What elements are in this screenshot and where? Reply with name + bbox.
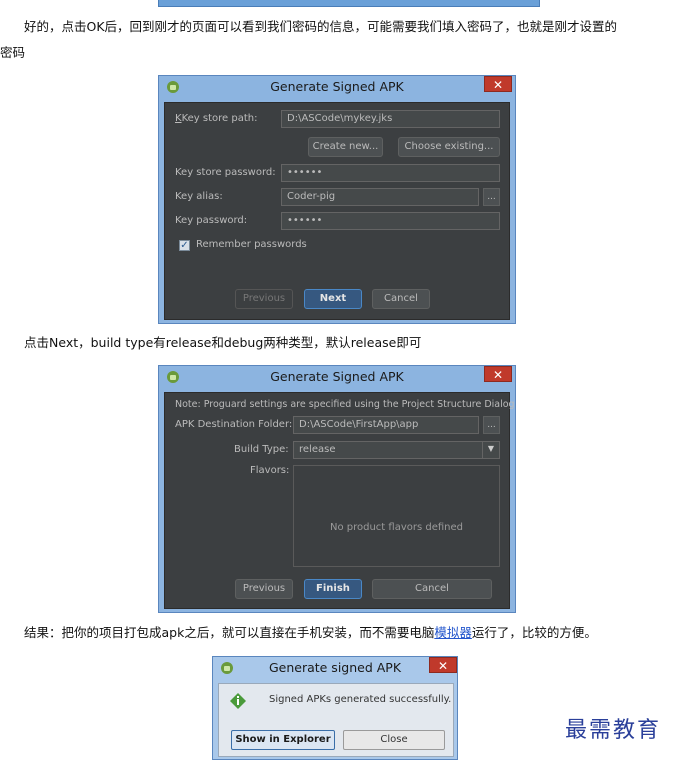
build-type-select[interactable]: release ▼ <box>293 441 500 459</box>
paragraph-result: 结果：把你的项目打包成apk之后，就可以直接在手机安装，而不需要电脑模拟器运行了… <box>24 620 597 646</box>
destination-browse-button[interactable]: ... <box>483 416 500 434</box>
paragraph-intro-line1: 好的，点击OK后，回到刚才的页面可以看到我们密码的信息，可能需要我们填入密码了，… <box>24 19 618 34</box>
close-button[interactable]: Close <box>343 730 445 750</box>
remember-passwords-label: Remember passwords <box>196 239 307 250</box>
title-bar: Generate Signed APK ✕ <box>159 76 515 98</box>
keystore-path-label: KKey store path: <box>175 113 258 124</box>
build-type-label: Build Type: <box>234 444 289 455</box>
keystore-password-input[interactable]: •••••• <box>281 164 500 182</box>
flavors-label: Flavors: <box>250 465 290 476</box>
build-type-value: release <box>299 444 336 455</box>
key-alias-label: Key alias: <box>175 191 223 202</box>
show-in-explorer-button[interactable]: Show in Explorer <box>231 730 335 750</box>
generate-signed-apk-success-dialog: Generate signed APK ✕ Signed APKs genera… <box>212 656 458 760</box>
generate-signed-apk-dialog-1: Generate Signed APK ✕ KKey store path: D… <box>158 75 516 324</box>
paragraph-intro-line2: 密码 <box>0 45 26 60</box>
title-bar: Generate Signed APK ✕ <box>159 366 515 388</box>
success-message: Signed APKs generated successfully. <box>269 694 452 705</box>
previous-button[interactable]: Previous <box>235 579 293 599</box>
finish-button[interactable]: Finish <box>304 579 362 599</box>
generate-signed-apk-dialog-2: Generate Signed APK ✕ Note: Proguard set… <box>158 365 516 613</box>
result-text-after: 运行了，比较的方便。 <box>471 625 597 640</box>
flavors-empty-text: No product flavors defined <box>329 522 464 533</box>
close-window-button[interactable]: ✕ <box>429 657 457 673</box>
keystore-path-input[interactable]: D:\ASCode\mykey.jks <box>281 110 500 128</box>
dialog-content: Note: Proguard settings are specified us… <box>164 392 515 609</box>
choose-existing-button[interactable]: Choose existing... <box>398 137 500 157</box>
title-bar: Generate signed APK ✕ <box>213 657 457 679</box>
remember-passwords-checkbox[interactable]: ✓ <box>179 240 190 251</box>
keystore-password-label: Key store password: <box>175 167 276 178</box>
key-password-input[interactable]: •••••• <box>281 212 500 230</box>
chevron-down-icon[interactable]: ▼ <box>482 442 499 458</box>
proguard-note: Note: Proguard settings are specified us… <box>175 399 515 410</box>
previous-button[interactable]: Previous <box>235 289 293 309</box>
dialog-title: Generate Signed APK <box>270 79 404 94</box>
cancel-button[interactable]: Cancel <box>372 289 430 309</box>
close-window-button[interactable]: ✕ <box>484 366 512 382</box>
dialog-title: Generate signed APK <box>268 660 402 675</box>
close-window-button[interactable]: ✕ <box>484 76 512 92</box>
info-icon <box>230 693 246 709</box>
dialog-content: KKey store path: D:\ASCode\mykey.jks Cre… <box>164 102 510 320</box>
next-button[interactable]: Next <box>304 289 362 309</box>
key-alias-browse-button[interactable]: ... <box>483 188 500 206</box>
destination-folder-input[interactable]: D:\ASCode\FirstApp\app <box>293 416 479 434</box>
emulator-link[interactable]: 模拟器 <box>434 625 472 640</box>
key-password-label: Key password: <box>175 215 248 226</box>
flavors-list[interactable]: No product flavors defined <box>293 465 500 567</box>
result-text-before: 结果：把你的项目打包成apk之后，就可以直接在手机安装，而不需要电脑 <box>24 625 435 640</box>
dialog-title: Generate Signed APK <box>270 369 404 384</box>
cancel-button[interactable]: Cancel <box>372 579 492 599</box>
previous-screenshot-edge <box>158 0 540 7</box>
key-alias-input[interactable]: Coder-pig <box>281 188 479 206</box>
paragraph-next-step: 点击Next，build type有release和debug两种类型，默认re… <box>24 335 422 350</box>
dialog-content: Signed APKs generated successfully. Show… <box>218 683 454 757</box>
destination-folder-label: APK Destination Folder: <box>175 419 293 430</box>
watermark: 最需教育 <box>565 718 662 743</box>
create-new-button[interactable]: Create new... <box>308 137 383 157</box>
